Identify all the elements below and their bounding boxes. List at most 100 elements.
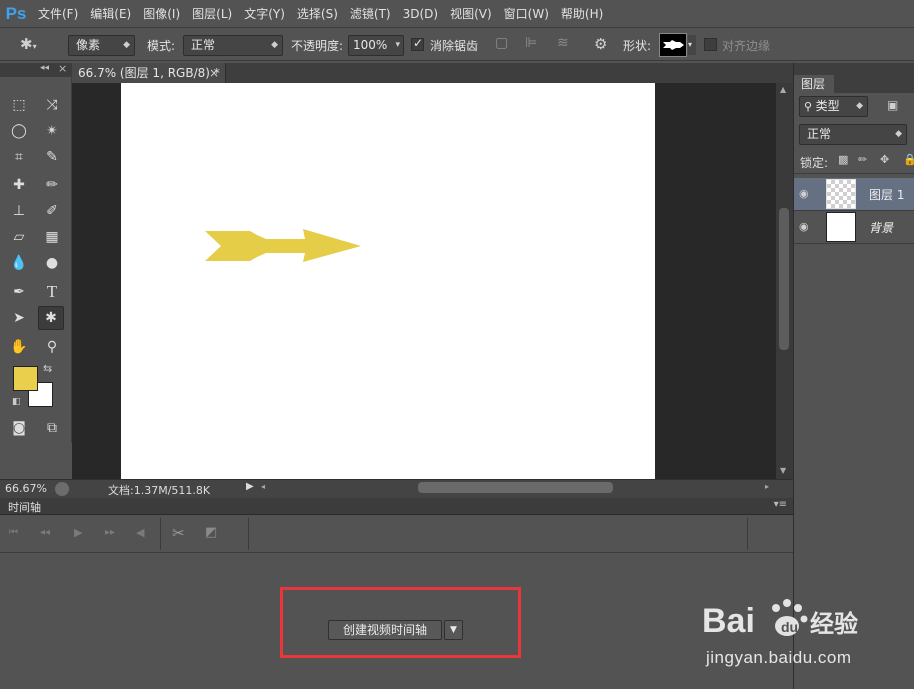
- magic-wand-icon[interactable]: ✴: [39, 119, 65, 143]
- menu-window[interactable]: 窗口(W): [498, 0, 555, 28]
- menu-view[interactable]: 视图(V): [444, 0, 498, 28]
- lock-paint-icon[interactable]: ✏: [858, 153, 867, 166]
- shape-picker[interactable]: [659, 33, 687, 57]
- pen-tool-icon[interactable]: ✒: [6, 280, 32, 304]
- brush-tool-icon[interactable]: ✏: [39, 173, 65, 197]
- scroll-right-icon[interactable]: ▸: [765, 482, 769, 491]
- first-frame-icon[interactable]: ⏮: [9, 527, 18, 538]
- default-colors-icon[interactable]: ◧: [12, 397, 21, 407]
- lock-transparent-icon[interactable]: ▩: [838, 153, 848, 166]
- blend-mode-dropdown[interactable]: 正常 ◆: [799, 124, 907, 145]
- healing-brush-icon[interactable]: ✚: [6, 173, 32, 197]
- zoom-level[interactable]: 66.67%: [5, 482, 47, 495]
- divider: [160, 518, 161, 550]
- scissors-icon[interactable]: ✂: [172, 524, 185, 542]
- chevron-updown-icon: ◆: [895, 129, 902, 139]
- layer-thumbnail: [826, 212, 856, 242]
- scroll-down-icon[interactable]: ▼: [780, 466, 786, 475]
- swap-colors-icon[interactable]: ⇆: [43, 362, 52, 375]
- eyedropper-icon[interactable]: ✎: [39, 145, 65, 169]
- pixel-mode-dropdown[interactable]: 像素 ◆: [68, 35, 135, 56]
- zoom-tool-icon[interactable]: ⚲: [39, 335, 65, 359]
- next-frame-icon[interactable]: ▸▸: [105, 527, 115, 538]
- vertical-scroll-thumb[interactable]: [779, 208, 789, 350]
- menu-edit[interactable]: 编辑(E): [84, 0, 137, 28]
- blur-tool-icon[interactable]: 💧: [6, 251, 32, 275]
- dodge-tool-icon[interactable]: ●: [39, 251, 65, 275]
- document-tab-title: 66.7% (图层 1, RGB/8) *: [78, 66, 220, 80]
- history-brush-icon[interactable]: ✐: [39, 199, 65, 223]
- custom-shape-tool-icon[interactable]: ✱: [38, 306, 64, 330]
- menu-layer[interactable]: 图层(L): [186, 0, 238, 28]
- lock-all-icon[interactable]: 🔒: [903, 153, 914, 166]
- screen-mode-icon[interactable]: ⧉: [39, 416, 65, 440]
- scroll-up-icon[interactable]: ▲: [780, 85, 786, 94]
- menu-filter[interactable]: 滤镜(T): [344, 0, 397, 28]
- menu-image[interactable]: 图像(I): [137, 0, 186, 28]
- arrow-shape-icon: [663, 40, 684, 50]
- move-tool-icon[interactable]: ⤨: [39, 93, 65, 117]
- eraser-icon[interactable]: ▱: [6, 225, 32, 249]
- layer-row-1[interactable]: ◉ 图层 1: [794, 178, 914, 210]
- photoshop-logo: Ps: [5, 3, 27, 23]
- baidu-jingyan-watermark: Bai du 经验: [700, 594, 870, 647]
- transition-icon[interactable]: ◩: [205, 525, 217, 540]
- filter-image-icon[interactable]: ▣: [887, 98, 898, 112]
- layer-row-background[interactable]: ◉ 背景: [794, 211, 914, 243]
- close-icon[interactable]: ×: [58, 62, 67, 75]
- close-icon[interactable]: ×: [209, 63, 219, 83]
- hand-tool-icon[interactable]: ✋: [6, 335, 32, 359]
- gear-icon[interactable]: ⚙: [594, 35, 607, 53]
- play-icon[interactable]: ▶: [74, 526, 82, 539]
- document-tab[interactable]: 66.7% (图层 1, RGB/8) * ×: [72, 63, 226, 83]
- chevron-updown-icon: ◆: [271, 40, 278, 50]
- opacity-label: 不透明度:: [291, 39, 344, 53]
- previous-frame-icon[interactable]: ◂◂: [40, 527, 50, 538]
- custom-shape-tool-preset-icon[interactable]: ✱▾: [20, 35, 46, 55]
- layers-panel-tabbar: 图层: [794, 63, 914, 93]
- gradient-tool-icon[interactable]: ▦: [39, 225, 65, 249]
- audio-icon[interactable]: ◀: [136, 526, 144, 539]
- timeline-title[interactable]: 时间轴: [8, 499, 41, 515]
- collapse-icon[interactable]: ◂◂: [40, 63, 49, 73]
- mode-value: 正常: [191, 38, 216, 52]
- scroll-left-icon[interactable]: ◂: [261, 482, 265, 491]
- arrow-shape[interactable]: [205, 229, 361, 262]
- crop-tool-icon[interactable]: ⌗: [6, 145, 32, 169]
- chevron-down-icon[interactable]: ▾: [688, 35, 696, 55]
- marquee-tool-icon[interactable]: ⬚: [6, 93, 32, 117]
- chevron-updown-icon: ◆: [123, 40, 130, 50]
- quick-mask-icon[interactable]: ◙: [6, 416, 32, 440]
- status-icon[interactable]: [55, 482, 69, 496]
- layer-filter-dropdown[interactable]: ⚲ 类型 ◆: [799, 96, 868, 117]
- foreground-color-swatch[interactable]: [13, 366, 38, 391]
- toolbox-header: ◂◂ ×: [0, 62, 72, 77]
- opacity-field[interactable]: 100% ▾: [348, 35, 404, 56]
- align-edges-checkbox[interactable]: [704, 38, 717, 51]
- antialias-checkbox[interactable]: [411, 36, 424, 51]
- lasso-tool-icon[interactable]: ◯: [6, 119, 32, 143]
- path-selection-icon[interactable]: ➤: [6, 306, 32, 330]
- path-operations-icon[interactable]: ▢: [495, 35, 508, 51]
- clone-stamp-icon[interactable]: ⊥: [6, 199, 32, 223]
- menu-select[interactable]: 选择(S): [291, 0, 344, 28]
- canvas[interactable]: [121, 83, 655, 479]
- svg-text:Bai: Bai: [702, 602, 755, 640]
- eye-icon[interactable]: ◉: [799, 187, 809, 200]
- type-tool-icon[interactable]: T: [39, 280, 65, 304]
- layer-thumbnail: [826, 179, 856, 209]
- panel-menu-icon[interactable]: ▾≡: [774, 499, 787, 510]
- play-arrow-icon[interactable]: ▶: [246, 481, 254, 492]
- lock-move-icon[interactable]: ✥: [880, 153, 889, 166]
- horizontal-scroll-thumb[interactable]: [418, 482, 613, 493]
- mode-dropdown[interactable]: 正常 ◆: [183, 35, 283, 56]
- eye-icon[interactable]: ◉: [799, 220, 809, 233]
- opacity-value: 100%: [353, 38, 388, 52]
- tab-layers[interactable]: 图层: [794, 75, 834, 93]
- path-arrangement-icon[interactable]: ≋: [557, 35, 569, 51]
- menu-file[interactable]: 文件(F): [32, 0, 84, 28]
- path-alignment-icon[interactable]: ⊫: [525, 35, 537, 51]
- menu-help[interactable]: 帮助(H): [555, 0, 609, 28]
- menu-3d[interactable]: 3D(D): [397, 0, 444, 28]
- menu-type[interactable]: 文字(Y): [238, 0, 291, 28]
